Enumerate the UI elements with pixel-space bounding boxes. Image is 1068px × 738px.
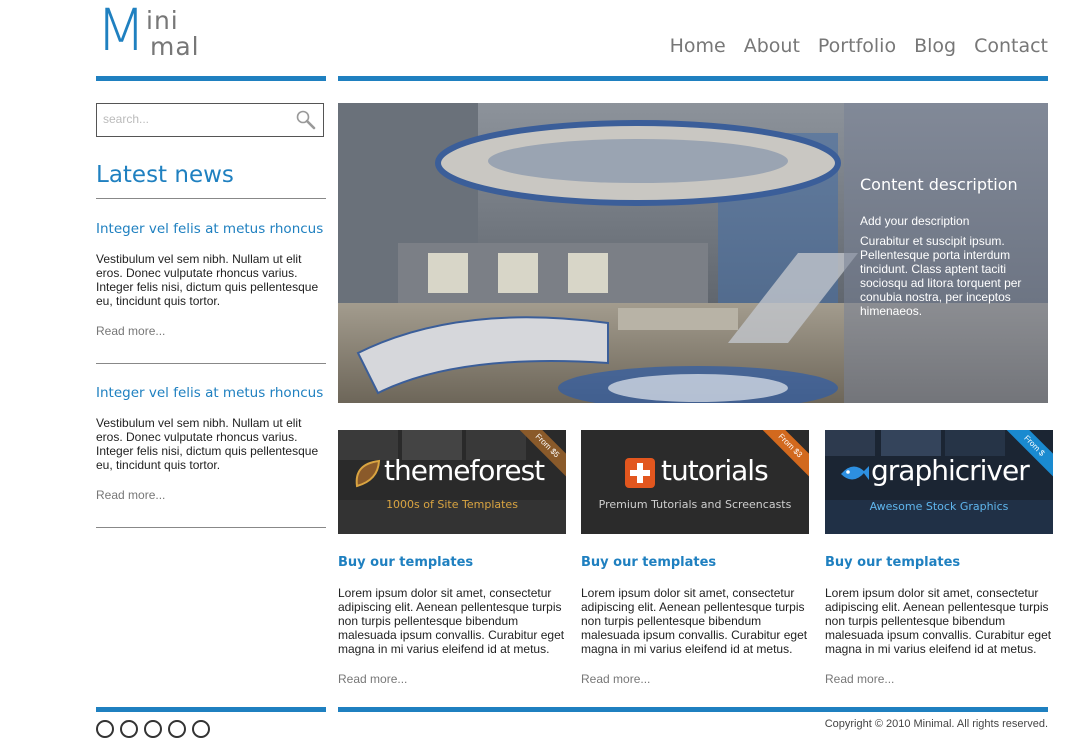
hero-slider[interactable]: Content description Add your description…	[338, 103, 1048, 403]
hero-text: Curabitur et suscipit ipsum. Pellentesqu…	[860, 234, 1022, 318]
header-divider-right	[338, 76, 1048, 81]
news-divider	[96, 527, 326, 528]
read-more-link[interactable]: Read more...	[825, 672, 894, 686]
social-icon[interactable]	[96, 720, 114, 738]
social-icon[interactable]	[144, 720, 162, 738]
banner-brand: tutorials	[661, 454, 769, 487]
nav-contact[interactable]: Contact	[974, 34, 1048, 58]
banner-background: themeforest 1000s of Site Templates From…	[338, 430, 566, 534]
product-text: Lorem ipsum dolor sit amet, consectetur …	[338, 586, 565, 656]
hero-subheading: Add your description	[860, 214, 970, 228]
product-banner-themeforest[interactable]: themeforest 1000s of Site Templates From…	[338, 430, 566, 534]
search-box	[96, 103, 324, 137]
news-title[interactable]: Integer vel felis at metus rhoncus	[96, 385, 323, 401]
logo-letter: M	[96, 0, 146, 64]
nav-blog[interactable]: Blog	[914, 34, 956, 58]
read-more-link[interactable]: Read more...	[96, 488, 165, 502]
product-banner-tutorials[interactable]: tutorials Premium Tutorials and Screenca…	[581, 430, 809, 534]
header-divider-left	[96, 76, 326, 81]
product-banner-graphicriver[interactable]: graphicriver Awesome Stock Graphics From…	[825, 430, 1053, 534]
hero-heading: Content description	[860, 175, 1018, 194]
banner-tagline: Awesome Stock Graphics	[869, 500, 1009, 513]
social-icon[interactable]	[120, 720, 138, 738]
banner-tagline: 1000s of Site Templates	[386, 498, 518, 511]
product-title[interactable]: Buy our templates	[581, 555, 716, 570]
news-excerpt: Vestibulum vel sem nibh. Nullam ut elit …	[96, 252, 319, 308]
footer-divider-left	[96, 707, 326, 712]
social-icon[interactable]	[192, 720, 210, 738]
nav-home[interactable]: Home	[670, 34, 726, 58]
sidebar-divider	[96, 198, 326, 199]
product-title[interactable]: Buy our templates	[338, 555, 473, 570]
read-more-link[interactable]: Read more...	[338, 672, 407, 686]
banner-background: tutorials Premium Tutorials and Screenca…	[581, 430, 809, 534]
product-text: Lorem ipsum dolor sit amet, consectetur …	[581, 586, 808, 656]
banner-brand: graphicriver	[871, 454, 1030, 487]
copyright-text: Copyright © 2010 Minimal. All rights res…	[824, 718, 1048, 730]
plus-icon	[625, 458, 655, 488]
banner-tagline: Premium Tutorials and Screencasts	[598, 498, 792, 511]
banner-brand: themeforest	[384, 454, 545, 487]
read-more-link[interactable]: Read more...	[581, 672, 650, 686]
main-nav: Home About Portfolio Blog Contact	[652, 34, 1048, 58]
news-divider	[96, 363, 326, 364]
nav-portfolio[interactable]: Portfolio	[818, 34, 896, 58]
logo-line-1: ini	[146, 6, 179, 35]
news-excerpt: Vestibulum vel sem nibh. Nullam ut elit …	[96, 416, 319, 472]
hero-description-panel: Content description Add your description…	[844, 103, 1048, 403]
news-title[interactable]: Integer vel felis at metus rhoncus	[96, 221, 323, 237]
search-input[interactable]	[97, 104, 293, 134]
leaf-icon	[355, 459, 381, 488]
read-more-link[interactable]: Read more...	[96, 324, 165, 338]
social-links	[96, 720, 210, 738]
product-text: Lorem ipsum dolor sit amet, consectetur …	[825, 586, 1052, 656]
social-icon[interactable]	[168, 720, 186, 738]
logo-line-2: mal	[150, 32, 200, 61]
site-logo[interactable]: M ini mal	[96, 0, 216, 61]
product-title[interactable]: Buy our templates	[825, 555, 960, 570]
search-icon[interactable]	[295, 109, 317, 131]
nav-about[interactable]: About	[744, 34, 800, 58]
latest-news-heading: Latest news	[96, 162, 234, 188]
footer-divider-right	[338, 707, 1048, 712]
fish-icon	[841, 466, 869, 480]
banner-background: graphicriver Awesome Stock Graphics From…	[825, 430, 1053, 534]
